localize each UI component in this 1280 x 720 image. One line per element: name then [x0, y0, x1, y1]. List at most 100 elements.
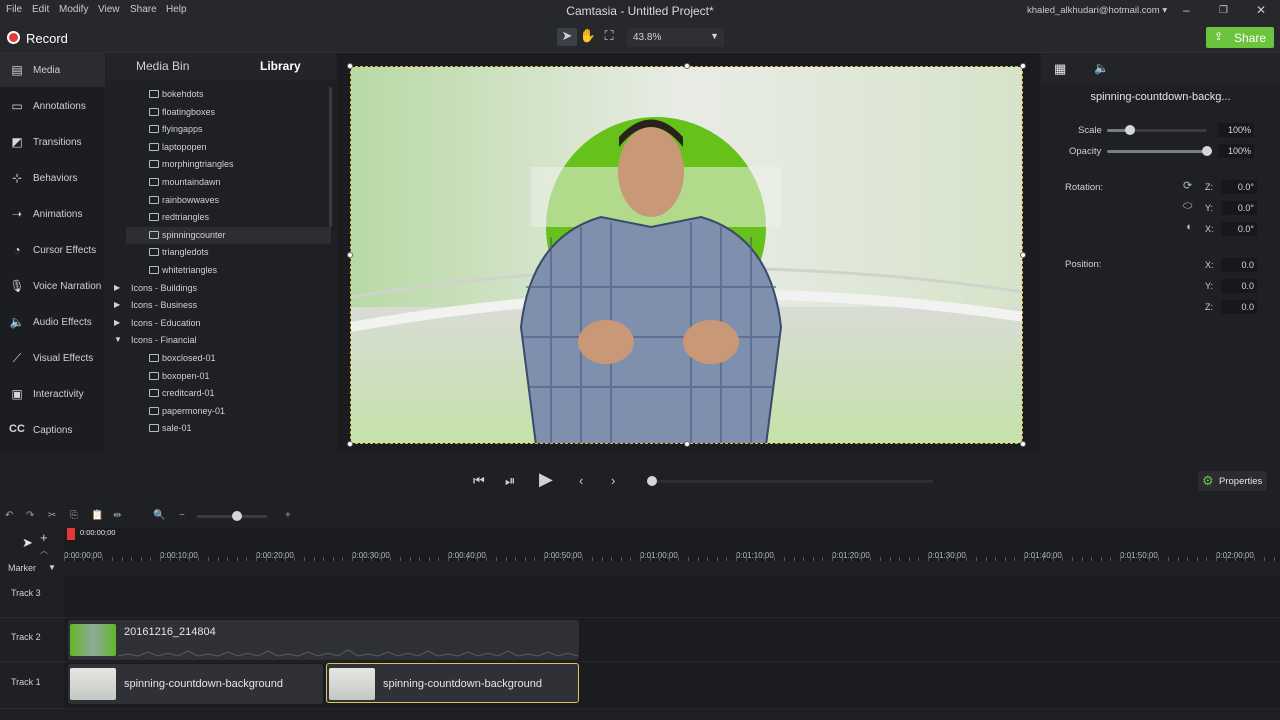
collapsed-arrow-icon[interactable]: ▶ [114, 318, 120, 327]
scale-slider[interactable] [1107, 125, 1207, 135]
playhead[interactable] [67, 528, 75, 540]
resize-handle[interactable] [347, 63, 353, 69]
library-item[interactable]: triangledots [106, 244, 331, 261]
sidebar-item-cursor-effects[interactable]: ◔ Cursor Effects [0, 233, 105, 267]
video-preview[interactable] [350, 66, 1023, 444]
resize-handle[interactable] [1020, 252, 1026, 258]
sidebar-item-interactivity[interactable]: ▣ Interactivity [0, 377, 105, 411]
add-track-icon[interactable]: + [40, 530, 48, 545]
close-icon[interactable]: ✕ [1256, 3, 1266, 17]
record-icon[interactable] [7, 31, 20, 44]
zoom-in-icon[interactable]: + [285, 510, 291, 521]
undo-icon[interactable]: ↶ [5, 510, 13, 521]
previous-frame-icon[interactable]: ‹ [579, 473, 583, 488]
pan-tool-icon[interactable]: ✋ [578, 28, 598, 46]
sidebar-item-visual-effects[interactable]: ⟋ Visual Effects [0, 341, 105, 375]
sidebar-item-annotations[interactable]: ▭ Annotations [0, 89, 105, 123]
cut-icon[interactable]: ✂ [48, 510, 56, 521]
timeline-scrollbar[interactable] [64, 709, 1280, 720]
expanded-arrow-icon[interactable]: ▼ [114, 335, 122, 344]
redo-icon[interactable]: ↷ [26, 510, 34, 521]
zoom-dropdown[interactable]: 43.8% ▼ [627, 28, 724, 47]
select-tool-icon[interactable]: ➤ [557, 28, 577, 46]
library-scrollbar[interactable] [329, 87, 332, 227]
library-item[interactable]: boxclosed-01 [106, 350, 331, 367]
library-item[interactable]: mountaindawn [106, 174, 331, 191]
library-item[interactable]: boxopen-01 [106, 368, 331, 385]
track-header-1[interactable]: Track 1 [0, 662, 64, 709]
sidebar-item-captions[interactable]: CC Captions [0, 413, 105, 447]
scrubber-knob[interactable] [647, 476, 657, 486]
paste-icon[interactable]: 📋 [91, 510, 103, 521]
collapsed-arrow-icon[interactable]: ▶ [114, 283, 120, 292]
position-z-field[interactable]: 0.0 [1221, 300, 1257, 314]
library-item[interactable]: flyingapps [106, 121, 331, 138]
next-frame-icon[interactable]: › [611, 473, 615, 488]
position-x-field[interactable]: 0.0 [1221, 258, 1257, 272]
sidebar-item-behaviors[interactable]: ⊹ Behaviors [0, 161, 105, 195]
library-item[interactable]: sale-01 [106, 420, 331, 437]
timeline-clip[interactable]: spinning-countdown-background [68, 664, 323, 704]
library-folder[interactable]: ▶ Icons - Buildings [106, 280, 331, 297]
track-header-2[interactable]: Track 2 [0, 618, 64, 662]
sidebar-item-media[interactable]: ▤ Media [0, 53, 105, 87]
zoom-timeline-icon[interactable]: 🔍 [153, 510, 165, 521]
track-lane-2[interactable]: 20161216_214804 [64, 618, 1280, 662]
collapse-icon[interactable]: ︿ [40, 545, 48, 556]
timeline-ruler[interactable]: 0:00:00;00 0:00:10;00 0:00:20;00 0:00:30;00… [64, 528, 1280, 561]
step-back-icon[interactable]: ⏮ [473, 473, 485, 489]
library-item[interactable]: floatingboxes [106, 104, 331, 121]
timeline-clip-selected[interactable]: spinning-countdown-background [326, 663, 579, 703]
library-item[interactable]: bokehdots [106, 86, 331, 103]
zoom-out-icon[interactable]: − [179, 510, 185, 521]
library-item[interactable]: spinningcounter [126, 226, 331, 244]
library-folder[interactable]: ▼ Icons - Financial [106, 332, 331, 349]
record-button[interactable]: Record [26, 31, 68, 46]
library-folder[interactable]: ▶ Icons - Education [106, 315, 331, 332]
resize-handle[interactable] [1020, 63, 1026, 69]
marker-label[interactable]: Marker [8, 563, 36, 573]
opacity-slider[interactable] [1107, 146, 1212, 156]
opacity-slider-knob[interactable] [1202, 146, 1212, 156]
properties-button[interactable]: ⚙ Properties [1198, 471, 1267, 491]
share-button[interactable]: ⇪ Share [1206, 27, 1274, 48]
collapsed-arrow-icon[interactable]: ▶ [114, 300, 120, 309]
crop-tool-icon[interactable]: ⛶ [599, 28, 619, 46]
scale-field[interactable]: 100% [1218, 123, 1254, 137]
position-y-field[interactable]: 0.0 [1221, 279, 1257, 293]
library-item[interactable]: papermoney-01 [106, 403, 331, 420]
scrubber-track[interactable] [651, 480, 933, 483]
copy-icon[interactable]: ⎘ [70, 510, 78, 521]
track-header-3[interactable]: Track 3 [0, 575, 64, 618]
resize-handle[interactable] [347, 441, 353, 447]
audio-properties-icon[interactable]: 🔈 [1094, 61, 1109, 75]
rotation-z-field[interactable]: 0.0° [1221, 180, 1257, 194]
resize-handle[interactable] [347, 252, 353, 258]
chevron-down-icon[interactable]: ▼ [48, 563, 56, 572]
library-item[interactable]: whitetriangles [106, 262, 331, 279]
resize-handle[interactable] [1020, 441, 1026, 447]
play-icon[interactable]: ▶ [539, 469, 553, 490]
resize-handle[interactable] [684, 63, 690, 69]
library-folder[interactable]: ▶ Icons - Business [106, 297, 331, 314]
sidebar-item-animations[interactable]: ➝ Animations [0, 197, 105, 231]
split-icon[interactable]: ⇹ [113, 510, 121, 521]
sidebar-item-voice-narration[interactable]: 🎙 Voice Narration [0, 269, 105, 303]
play-frame-icon[interactable]: ⏯ [505, 473, 515, 489]
track-lane-3[interactable] [64, 575, 1280, 618]
timeline-zoom-knob[interactable] [232, 511, 242, 521]
library-item[interactable]: laptopopen [106, 139, 331, 156]
opacity-field[interactable]: 100% [1218, 144, 1254, 158]
rotation-y-field[interactable]: 0.0° [1221, 201, 1257, 215]
rotation-x-field[interactable]: 0.0° [1221, 222, 1257, 236]
library-item[interactable]: creditcard-01 [106, 385, 331, 402]
sidebar-item-transitions[interactable]: ◩ Transitions [0, 125, 105, 159]
minimize-icon[interactable]: – [1183, 3, 1190, 17]
track-lane-1[interactable]: spinning-countdown-background spinning-c… [64, 662, 1280, 709]
tab-library[interactable]: Library [260, 59, 301, 73]
library-item[interactable]: redtriangles [106, 209, 331, 226]
account-menu[interactable]: khaled_alkhudari@hotmail.com ▾ [1027, 5, 1167, 16]
library-item[interactable]: rainbowwaves [106, 192, 331, 209]
tab-media-bin[interactable]: Media Bin [136, 59, 189, 73]
sidebar-item-audio-effects[interactable]: 🔈 Audio Effects [0, 305, 105, 339]
